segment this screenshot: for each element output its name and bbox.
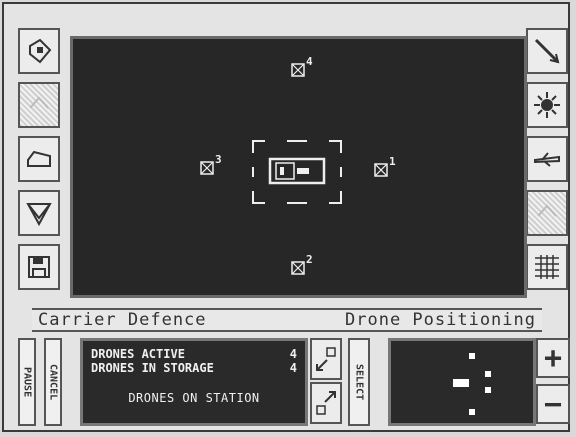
launch-arrow-icon — [316, 347, 336, 371]
carrier-icon[interactable] — [251, 139, 343, 205]
missile-icon — [534, 38, 560, 64]
select-button[interactable]: SELECT — [348, 338, 370, 426]
aircraft-icon — [534, 152, 560, 167]
pause-button[interactable]: PAUSE — [18, 338, 36, 426]
game-window: 4 3 1 2 Carrier Defence Drone Positionin… — [2, 2, 570, 432]
zoom-in-button[interactable]: + — [536, 338, 570, 378]
drone-status-panel: DRONES ACTIVE 4 DRONES IN STORAGE 4 DRON… — [80, 338, 308, 426]
drones-on-station-label: DRONES ON STATION — [128, 391, 260, 405]
mode-title: Drone Positioning — [345, 310, 536, 330]
mission-title: Carrier Defence — [38, 310, 207, 330]
sun-button[interactable] — [526, 82, 568, 128]
grid-map-icon — [535, 255, 559, 279]
drones-storage-label: DRONES IN STORAGE — [91, 361, 214, 375]
cancel-label: CANCEL — [47, 363, 59, 401]
minimap[interactable] — [388, 338, 536, 426]
drones-storage-row: DRONES IN STORAGE 4 — [91, 361, 297, 375]
minimap-drone-1 — [485, 371, 491, 377]
drone-marker-3[interactable] — [200, 161, 214, 175]
zoom-out-button[interactable]: − — [536, 384, 570, 424]
drone-marker-2[interactable] — [291, 261, 305, 275]
select-label: SELECT — [353, 363, 365, 401]
aircraft-button[interactable] — [526, 136, 568, 182]
minimap-drone-2 — [469, 409, 475, 415]
disabled-tool-icon — [537, 204, 557, 217]
cancel-button[interactable]: CANCEL — [44, 338, 62, 426]
missile-button[interactable] — [526, 28, 568, 74]
diamond-tool-button[interactable] — [18, 28, 60, 74]
disk-save-button[interactable] — [18, 244, 60, 290]
drones-active-label: DRONES ACTIVE — [91, 347, 185, 361]
triangle-view-button[interactable] — [18, 190, 60, 236]
status-bar: Carrier Defence Drone Positioning — [32, 308, 542, 332]
drones-active-row: DRONES ACTIVE 4 — [91, 347, 297, 361]
drone-positioning-map[interactable]: 4 3 1 2 — [70, 36, 527, 298]
drone-marker-1[interactable] — [374, 163, 388, 177]
recall-drone-button[interactable] — [310, 382, 342, 424]
drone-label-1: 1 — [389, 155, 396, 168]
minimap-drone-3 — [485, 387, 491, 393]
disabled-tool-icon — [29, 96, 49, 109]
box-view-button[interactable] — [18, 136, 60, 182]
triangle-view-icon — [26, 203, 52, 227]
sun-icon — [534, 92, 560, 118]
disk-save-icon — [28, 256, 50, 278]
diamond-tool-icon — [29, 38, 52, 64]
box-view-icon — [27, 150, 51, 167]
launch-drone-button[interactable] — [310, 338, 342, 380]
drones-active-count: 4 — [289, 347, 297, 361]
drone-marker-4[interactable] — [291, 63, 305, 77]
minimap-drone-4 — [469, 353, 475, 359]
disabled-tool-button-right[interactable] — [526, 190, 568, 236]
minimap-carrier — [453, 379, 469, 387]
disabled-tool-button[interactable] — [18, 82, 60, 128]
drone-label-2: 2 — [306, 253, 313, 266]
drone-label-3: 3 — [215, 153, 222, 166]
drone-label-4: 4 — [306, 55, 313, 68]
recall-arrow-icon — [316, 391, 336, 415]
grid-map-button[interactable] — [526, 244, 568, 290]
drones-storage-count: 4 — [289, 361, 297, 375]
pause-label: PAUSE — [21, 366, 33, 398]
